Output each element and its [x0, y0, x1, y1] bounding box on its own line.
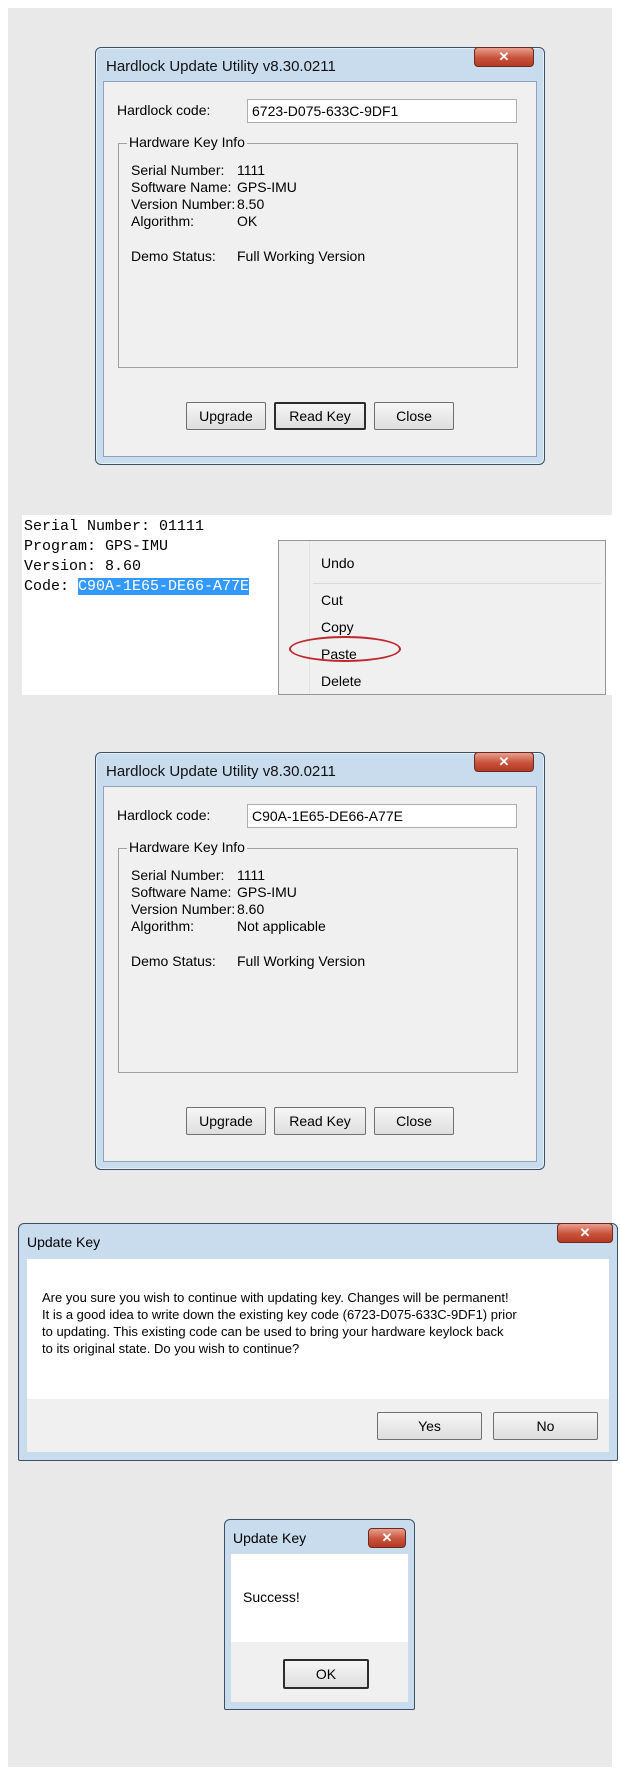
- message-line-2: It is a good idea to write down the exis…: [42, 1307, 517, 1322]
- version-number-row: Version Number: 8.50: [131, 196, 265, 212]
- menu-item-cut[interactable]: Cut: [321, 592, 343, 608]
- window-title: Update Key: [27, 1234, 101, 1250]
- software-name-row: Software Name: GPS-IMU: [131, 179, 297, 195]
- hardlock-dialog-after: Hardlock Update Utility v8.30.0211 ✕ Har…: [95, 752, 545, 1170]
- read-key-button[interactable]: Read Key: [274, 402, 366, 430]
- close-button[interactable]: Close: [374, 402, 454, 430]
- hardware-key-info-group: Hardware Key Info Serial Number: 1111 Sof…: [118, 839, 518, 1073]
- version-number-value: 8.50: [237, 196, 265, 212]
- serial-number-row: Serial Number: 1111: [131, 867, 266, 883]
- window-title: Hardlock Update Utility v8.30.0211: [106, 58, 336, 75]
- version-number-value: 8.60: [237, 901, 265, 917]
- hardlock-code-input[interactable]: 6723-D075-633C-9DF1: [247, 99, 517, 123]
- ok-button[interactable]: OK: [283, 1659, 369, 1689]
- message-area: Are you sure you wish to continue with u…: [27, 1259, 609, 1399]
- message-area: Success!: [231, 1554, 408, 1642]
- demo-status-value: Full Working Version: [237, 953, 366, 969]
- hardware-key-info-group: Hardware Key Info Serial Number: 1111 Sof…: [118, 134, 518, 368]
- window-close-button[interactable]: ✕: [474, 752, 534, 772]
- demo-status-row: Demo Status: Full Working Version: [131, 953, 366, 969]
- key-info-text-panel: Serial Number: 01111 Program: GPS-IMU Ve…: [22, 515, 614, 695]
- demo-status-value: Full Working Version: [237, 248, 366, 264]
- serial-line: Serial Number: 01111: [24, 518, 205, 535]
- program-line: Program: GPS-IMU: [24, 538, 169, 555]
- window-close-button[interactable]: ✕: [557, 1223, 613, 1243]
- serial-number-value: 1111: [237, 162, 266, 178]
- window-title: Update Key: [233, 1530, 307, 1546]
- version-number-row: Version Number: 8.60: [131, 901, 265, 917]
- message-line-3: to updating. This existing code can be u…: [42, 1324, 504, 1339]
- version-line: Version: 8.60: [24, 558, 142, 575]
- dialog-client-area: Hardlock code: 6723-D075-633C-9DF1 Hardw…: [103, 81, 537, 457]
- algorithm-row: Algorithm: OK: [131, 213, 258, 229]
- button-bar: Yes No: [27, 1399, 609, 1452]
- software-name-value: GPS-IMU: [237, 179, 297, 195]
- menu-item-copy[interactable]: Copy: [321, 619, 354, 635]
- algorithm-value: Not applicable: [237, 918, 326, 934]
- close-button[interactable]: Close: [374, 1107, 454, 1135]
- serial-number-value: 1111: [237, 867, 266, 883]
- hardlock-dialog-before: Hardlock Update Utility v8.30.0211 ✕ Har…: [95, 47, 545, 465]
- yes-button[interactable]: Yes: [377, 1412, 482, 1440]
- menu-separator: [313, 583, 601, 584]
- group-title: Hardware Key Info: [127, 134, 247, 150]
- selected-code-text[interactable]: C90A-1E65-DE66-A77E: [78, 578, 250, 595]
- update-key-success-dialog: Update Key ✕ Success! OK: [224, 1519, 415, 1710]
- upgrade-button[interactable]: Upgrade: [186, 1107, 266, 1135]
- menu-item-delete[interactable]: Delete: [321, 673, 361, 689]
- window-close-button[interactable]: ✕: [368, 1528, 406, 1548]
- serial-number-row: Serial Number: 1111: [131, 162, 266, 178]
- software-name-value: GPS-IMU: [237, 884, 297, 900]
- software-name-row: Software Name: GPS-IMU: [131, 884, 297, 900]
- read-key-button[interactable]: Read Key: [274, 1107, 366, 1135]
- hardlock-code-label: Hardlock code:: [117, 102, 211, 118]
- hardlock-code-input[interactable]: C90A-1E65-DE66-A77E: [247, 804, 517, 828]
- demo-status-row: Demo Status: Full Working Version: [131, 248, 366, 264]
- update-key-confirm-dialog: Update Key ✕ Are you sure you wish to co…: [18, 1223, 618, 1461]
- context-menu: Undo Cut Copy Paste Delete: [278, 540, 606, 695]
- menu-item-undo[interactable]: Undo: [321, 555, 354, 571]
- message-line-1: Are you sure you wish to continue with u…: [42, 1290, 509, 1305]
- group-title: Hardware Key Info: [127, 839, 247, 855]
- button-bar: OK: [231, 1642, 408, 1702]
- message-line-4: to its original state. Do you wish to co…: [42, 1341, 300, 1356]
- upgrade-button[interactable]: Upgrade: [186, 402, 266, 430]
- window-title: Hardlock Update Utility v8.30.0211: [106, 763, 336, 780]
- copy-highlight-circle: [289, 636, 401, 662]
- algorithm-value: OK: [237, 213, 258, 229]
- window-close-button[interactable]: ✕: [474, 47, 534, 67]
- code-line[interactable]: Code: C90A-1E65-DE66-A77E: [24, 577, 250, 597]
- no-button[interactable]: No: [493, 1412, 598, 1440]
- dialog-client-area: Hardlock code: C90A-1E65-DE66-A77E Hardw…: [103, 786, 537, 1162]
- success-message: Success!: [243, 1589, 300, 1605]
- hardlock-code-label: Hardlock code:: [117, 807, 211, 823]
- algorithm-row: Algorithm: Not applicable: [131, 918, 326, 934]
